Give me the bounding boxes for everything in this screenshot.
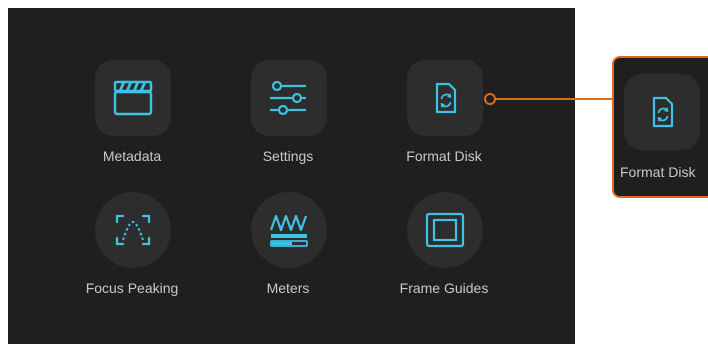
frame-guides-icon	[425, 212, 465, 248]
frame-guides-button[interactable]	[407, 192, 483, 268]
metadata-button[interactable]	[95, 60, 171, 136]
clapperboard-icon	[113, 80, 153, 116]
settings-label: Settings	[262, 148, 314, 164]
frame-guides-label: Frame Guides	[399, 280, 489, 296]
settings-tile[interactable]: Settings	[218, 60, 358, 170]
format-disk-label: Format Disk	[406, 148, 482, 164]
focus-peaking-button[interactable]	[95, 192, 171, 268]
callout-format-disk-label: Format Disk	[620, 164, 696, 180]
focus-peaking-icon	[115, 214, 151, 246]
focus-peaking-tile[interactable]: Focus Peaking	[62, 192, 202, 302]
meters-tile[interactable]: Meters	[218, 192, 358, 302]
meters-button[interactable]	[251, 192, 327, 268]
sliders-icon	[269, 80, 307, 116]
metadata-tile[interactable]: Metadata	[62, 60, 202, 170]
meters-label: Meters	[266, 280, 310, 296]
format-disk-tile[interactable]: Format Disk	[374, 60, 514, 170]
format-disk-icon	[652, 96, 674, 128]
format-disk-callout: Format Disk	[612, 56, 708, 198]
frame-guides-tile[interactable]: Frame Guides	[374, 192, 514, 302]
format-disk-button[interactable]	[407, 60, 483, 136]
focus-peaking-label: Focus Peaking	[85, 280, 179, 296]
home-menu-panel: Metadata Settings Format Disk Focus Peak…	[8, 8, 575, 344]
format-disk-icon	[435, 82, 457, 114]
metadata-label: Metadata	[102, 148, 162, 164]
callout-format-disk-button	[624, 74, 700, 150]
meters-icon	[269, 214, 308, 247]
settings-button[interactable]	[251, 60, 327, 136]
